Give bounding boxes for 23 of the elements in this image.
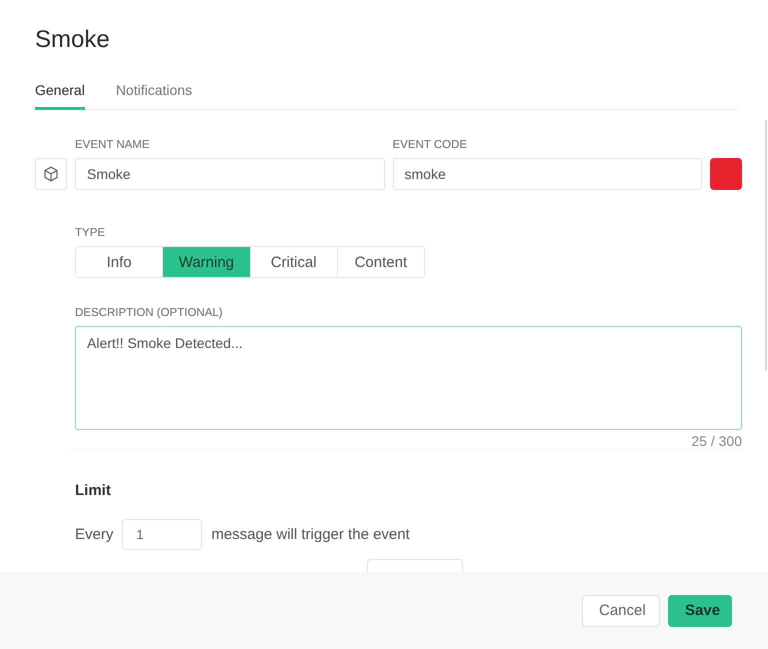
icon-picker-button[interactable] [35,158,67,190]
field-label: TYPE [75,226,106,240]
character-counter: 25 / 300 [691,433,742,449]
description-field[interactable]: Alert!! Smoke Detected... [75,326,742,430]
save-button[interactable]: Save [668,594,732,626]
scrollbar-thumb[interactable] [765,120,767,370]
event-code-field[interactable]: smoke [392,158,702,190]
field-label: DESCRIPTION (OPTIONAL) [75,306,223,320]
event-name-field[interactable]: Smoke [75,158,384,190]
tab[interactable]: General [35,79,85,110]
dialog-title: Smoke [35,26,110,54]
limit-text: Every [75,526,114,543]
color-swatch-icon[interactable] [710,158,742,190]
cancel-button[interactable]: Cancel [582,594,660,626]
cube-icon [43,166,59,182]
message-count-field[interactable]: 1 [122,519,202,550]
field-label: EVENT CODE [392,138,468,152]
limit-text: message will trigger the event [211,526,410,543]
type-option[interactable]: Warning [162,247,250,277]
type-option[interactable]: Content [336,247,424,277]
section-heading: Limit [75,482,111,500]
field-label: EVENT NAME [75,138,150,152]
tab[interactable]: Notifications [116,79,192,110]
